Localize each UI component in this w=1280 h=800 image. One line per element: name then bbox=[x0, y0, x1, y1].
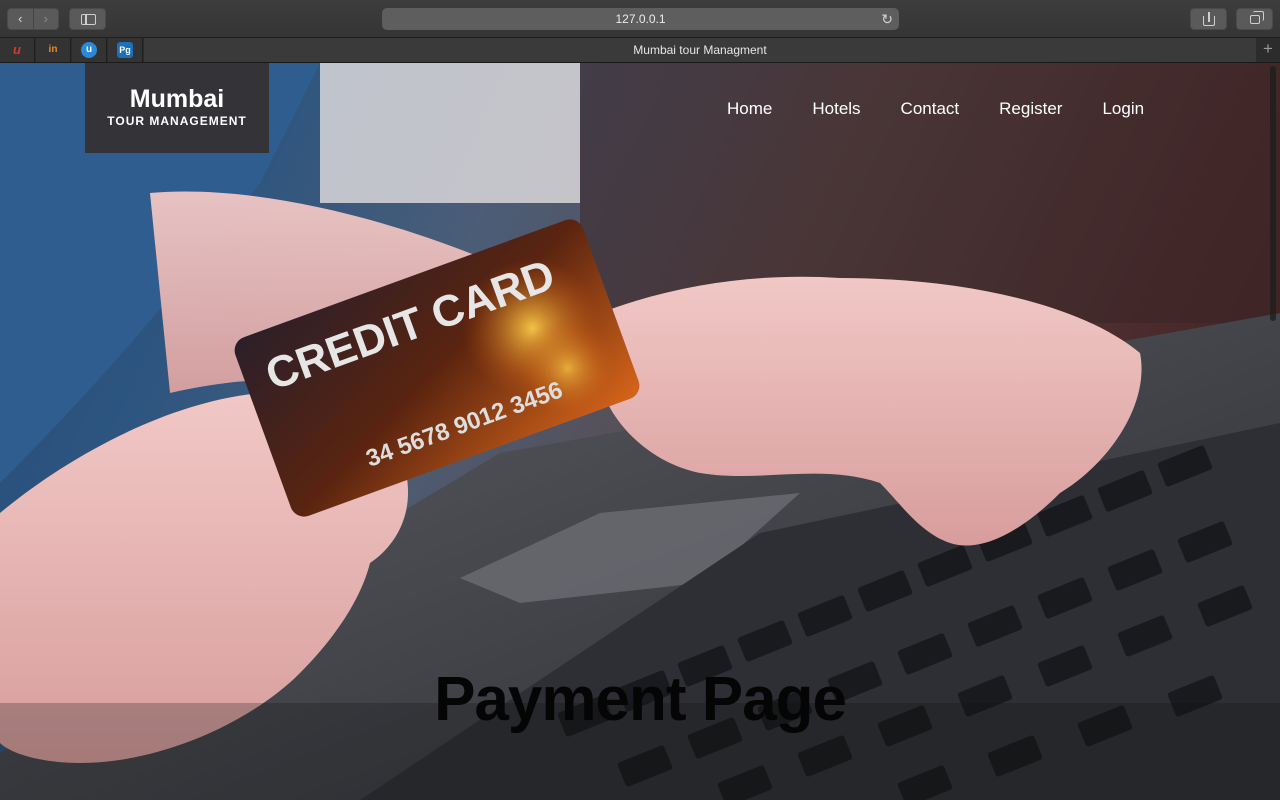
main-navigation: Home Hotels Contact Register Login bbox=[727, 99, 1144, 119]
brand-title: Mumbai bbox=[129, 85, 225, 113]
address-bar[interactable]: 127.0.0.1 ↻ bbox=[382, 8, 899, 30]
sidebar-icon bbox=[81, 14, 96, 25]
nav-hotels[interactable]: Hotels bbox=[812, 99, 860, 119]
tabs-icon bbox=[1250, 11, 1264, 24]
pg-icon: Pg bbox=[117, 42, 133, 58]
page-title: Payment Page bbox=[434, 665, 847, 734]
site-logo[interactable]: Mumbai TOUR MANAGEMENT bbox=[85, 63, 269, 153]
orange-in-icon: in bbox=[48, 44, 58, 55]
browser-toolbar: ‹ › 127.0.0.1 ↻ bbox=[0, 0, 1280, 38]
share-button[interactable] bbox=[1190, 8, 1227, 30]
blue-circle-icon: u bbox=[81, 42, 97, 58]
pinned-tab-1[interactable]: u bbox=[0, 38, 35, 62]
pinned-tab-2[interactable]: in bbox=[36, 38, 71, 62]
sidebar-toggle-button[interactable] bbox=[69, 8, 106, 30]
nav-contact[interactable]: Contact bbox=[901, 99, 960, 119]
back-button[interactable]: ‹ bbox=[8, 9, 33, 29]
vertical-scrollbar[interactable] bbox=[1270, 66, 1276, 321]
active-tab[interactable]: Mumbai tour Managment bbox=[144, 38, 1256, 62]
nav-login[interactable]: Login bbox=[1102, 99, 1144, 119]
reload-icon[interactable]: ↻ bbox=[881, 8, 893, 30]
new-tab-button[interactable]: + bbox=[1256, 38, 1280, 62]
tab-bar: u in u Pg Mumbai tour Managment + bbox=[0, 38, 1280, 63]
red-brand-icon: u bbox=[13, 42, 21, 57]
nav-register[interactable]: Register bbox=[999, 99, 1062, 119]
brand-subtitle: TOUR MANAGEMENT bbox=[107, 114, 247, 128]
page-viewport: CREDIT CARD 34 5678 9012 3456 Mumbai TOU… bbox=[0, 63, 1280, 800]
pinned-tab-4[interactable]: Pg bbox=[108, 38, 143, 62]
nav-home[interactable]: Home bbox=[727, 99, 772, 119]
back-forward-group: ‹ › bbox=[7, 8, 59, 30]
forward-button[interactable]: › bbox=[32, 9, 59, 29]
url-text: 127.0.0.1 bbox=[615, 12, 666, 26]
pinned-tab-3[interactable]: u bbox=[72, 38, 107, 62]
show-tabs-button[interactable] bbox=[1236, 8, 1273, 30]
